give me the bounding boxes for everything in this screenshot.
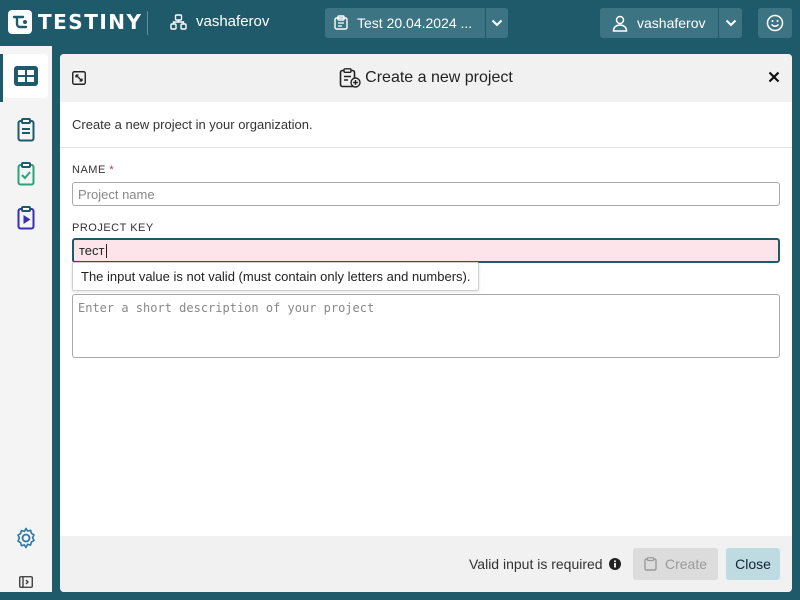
- info-icon[interactable]: [608, 558, 621, 570]
- org-selector[interactable]: vashaferov: [170, 13, 269, 30]
- sidebar-item-test-cases[interactable]: [4, 108, 48, 152]
- clipboard-play-icon: [17, 206, 35, 230]
- required-marker: *: [109, 164, 115, 176]
- user-icon: [612, 15, 628, 32]
- org-name: vashaferov: [196, 13, 270, 30]
- sidebar-item-dashboard[interactable]: [4, 54, 48, 98]
- project-selector-label: Test 20.04.2024 ...: [357, 15, 473, 31]
- validation-status: Valid input is required: [469, 556, 621, 572]
- clipboard-icon: [644, 557, 657, 571]
- project-key-value: тест: [79, 243, 105, 258]
- close-button-label: Close: [735, 556, 771, 572]
- validation-message: The input value is not valid (must conta…: [81, 269, 471, 284]
- smiley-icon: [766, 14, 784, 32]
- dialog-title-text: Create a new project: [365, 69, 513, 86]
- validation-status-text: Valid input is required: [469, 556, 603, 572]
- close-button[interactable]: Close: [726, 548, 780, 580]
- clipboard-plus-icon: [339, 68, 361, 88]
- divider: [147, 11, 148, 35]
- gear-icon: [17, 527, 35, 549]
- project-name-placeholder: Project name: [78, 186, 155, 202]
- user-name: vashaferov: [637, 15, 706, 31]
- name-field-label: NAME *: [72, 164, 114, 176]
- org-icon: [170, 13, 187, 30]
- app-logo[interactable]: TESTINY: [8, 10, 143, 34]
- dialog-title: Create a new project: [60, 54, 792, 102]
- feedback-button[interactable]: [758, 8, 792, 38]
- user-dropdown-button[interactable]: [718, 8, 742, 38]
- create-button-label: Create: [664, 556, 708, 572]
- create-button[interactable]: Create: [633, 548, 718, 580]
- top-bar: TESTINY vashaferov Test 20.04.2024 ... v…: [0, 0, 800, 46]
- dashboard-icon: [14, 66, 38, 86]
- project-icon: [334, 15, 348, 30]
- project-key-label: PROJECT KEY: [72, 222, 154, 234]
- divider: [60, 147, 792, 148]
- project-name-input[interactable]: Project name: [72, 182, 780, 206]
- clipboard-check-icon: [17, 162, 35, 186]
- project-selector[interactable]: Test 20.04.2024 ...: [325, 8, 508, 38]
- description-textarea[interactable]: Enter a short description of your projec…: [72, 294, 780, 358]
- bottom-edge: [0, 592, 800, 600]
- sidebar-item-test-runs[interactable]: [4, 152, 48, 196]
- validation-tooltip: The input value is not valid (must conta…: [72, 262, 480, 291]
- close-icon: [768, 71, 780, 83]
- collapse-sidebar-icon: [19, 576, 33, 588]
- sidebar: [0, 46, 52, 600]
- sidebar-item-automation[interactable]: [4, 196, 48, 240]
- description-placeholder: Enter a short description of your projec…: [78, 301, 375, 315]
- chevron-down-icon: [725, 19, 736, 27]
- dialog-footer: Valid input is required Create Close: [60, 536, 792, 592]
- brand-name: TESTINY: [38, 10, 143, 34]
- name-label-text: NAME: [72, 164, 106, 176]
- project-dropdown-button[interactable]: [485, 8, 507, 38]
- sidebar-item-settings[interactable]: [4, 516, 48, 560]
- create-project-dialog: Create a new project Create a new projec…: [60, 54, 792, 592]
- chevron-down-icon: [491, 19, 502, 27]
- text-cursor: [105, 243, 107, 258]
- project-key-input[interactable]: тест: [72, 238, 780, 263]
- dialog-intro-text: Create a new project in your organizatio…: [72, 117, 313, 132]
- dialog-close-button[interactable]: [768, 70, 780, 88]
- testiny-logo-icon: [8, 10, 32, 34]
- user-menu[interactable]: vashaferov: [600, 8, 742, 38]
- active-indicator: [0, 54, 3, 102]
- clipboard-icon: [17, 118, 35, 142]
